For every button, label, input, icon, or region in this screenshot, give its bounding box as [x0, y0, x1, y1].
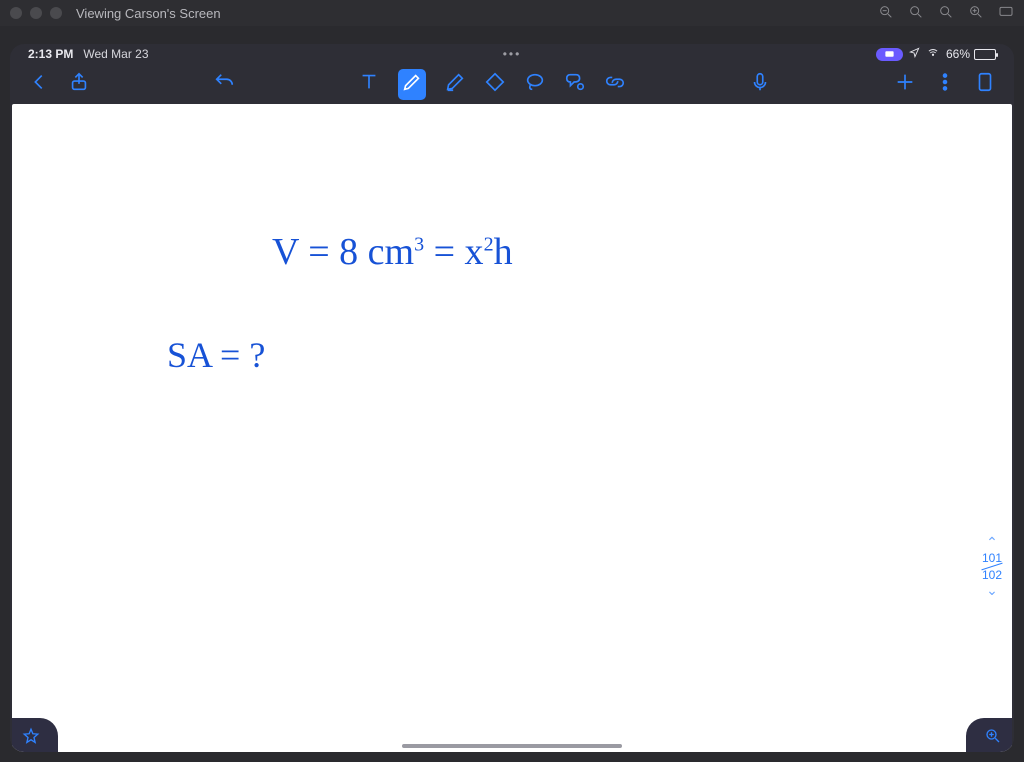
microphone-button[interactable] — [749, 71, 771, 98]
location-icon — [909, 47, 920, 61]
app-toolbar — [10, 64, 1014, 104]
shapes-tool-button[interactable] — [564, 71, 586, 98]
screen-icon[interactable] — [998, 4, 1014, 23]
mac-titlebar: Viewing Carson's Screen — [0, 0, 1024, 26]
multitask-dots-icon[interactable]: ••• — [503, 47, 522, 61]
favorite-tab[interactable] — [12, 718, 58, 752]
pages-button[interactable] — [974, 71, 996, 98]
pen-tool-button[interactable] — [398, 69, 426, 100]
window-controls[interactable] — [10, 7, 62, 19]
maximize-window-icon[interactable] — [50, 7, 62, 19]
status-time: 2:13 PM — [28, 47, 73, 61]
ipad-screen: 2:13 PM Wed Mar 23 ••• 66% — [10, 44, 1014, 752]
screenshare-controls — [878, 4, 1014, 23]
status-date: Wed Mar 23 — [83, 47, 148, 61]
battery-icon — [974, 49, 996, 60]
highlighter-tool-button[interactable] — [444, 71, 466, 98]
screen-mirroring-pill[interactable] — [876, 48, 903, 61]
close-window-icon[interactable] — [10, 7, 22, 19]
ios-status-bar: 2:13 PM Wed Mar 23 ••• 66% — [10, 44, 1014, 64]
handwriting-line-1: V = 8 cm3 = x2h — [272, 230, 513, 274]
zoom-actual-icon[interactable] — [938, 4, 954, 23]
add-button[interactable] — [894, 71, 916, 98]
zoom-tab[interactable] — [966, 718, 1012, 752]
attachment-tool-button[interactable] — [604, 71, 626, 98]
more-button[interactable] — [934, 71, 956, 98]
page-indicator[interactable]: ⌃ 101 102 ⌄ — [978, 534, 1006, 599]
battery-percent: 66% — [946, 47, 970, 61]
page-down-icon[interactable]: ⌄ — [978, 582, 1006, 599]
note-canvas[interactable]: V = 8 cm3 = x2h SA = ? ⌃ 101 102 ⌄ — [12, 104, 1012, 752]
undo-button[interactable] — [213, 71, 235, 98]
eraser-tool-button[interactable] — [484, 71, 506, 98]
zoom-in-icon — [984, 727, 1002, 745]
page-up-icon[interactable]: ⌃ — [978, 534, 1006, 551]
window-title: Viewing Carson's Screen — [76, 6, 221, 21]
star-icon — [22, 727, 40, 745]
home-indicator[interactable] — [402, 744, 622, 748]
zoom-in-icon[interactable] — [968, 4, 984, 23]
wifi-icon — [926, 47, 940, 61]
zoom-out-icon[interactable] — [878, 4, 894, 23]
battery-indicator: 66% — [946, 47, 996, 61]
zoom-fit-icon[interactable] — [908, 4, 924, 23]
minimize-window-icon[interactable] — [30, 7, 42, 19]
text-tool-button[interactable] — [358, 71, 380, 98]
lasso-tool-button[interactable] — [524, 71, 546, 98]
handwriting-line-2: SA = ? — [167, 334, 265, 376]
back-button[interactable] — [28, 71, 50, 98]
share-button[interactable] — [68, 71, 90, 98]
